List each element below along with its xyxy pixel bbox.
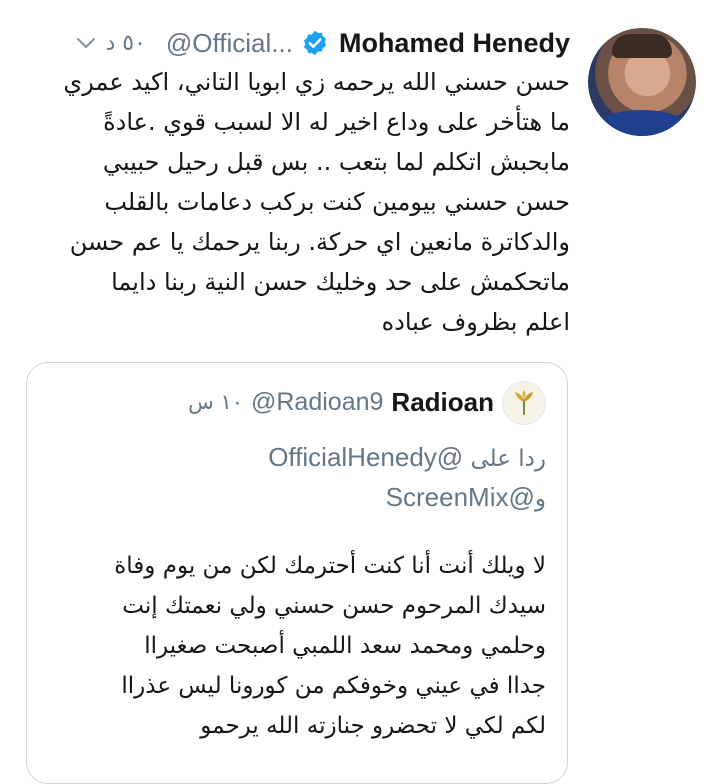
tweet-text-line: مابحبش اتكلم لما بتعب .. بس قبل رحيل حبي…	[102, 148, 570, 176]
tweet-text: حسن حسني الله يرحمه زي ابويا التاني، اكي…	[30, 62, 570, 342]
tweet-text-line: والدكاترة مانعين اي حركة. ربنا يرحمك يا …	[69, 228, 570, 256]
mention-link[interactable]: @ScreenMix	[386, 482, 535, 512]
leaf-icon	[515, 390, 533, 415]
quoted-text-line: سيدك المرحوم حسن حسني ولي نعمتك إنت	[122, 593, 546, 619]
tweet-text-line: اعلم بظروف عباده	[381, 308, 570, 336]
tweet-header: ٥٠ د @Official... Mohamed Henedy	[75, 26, 570, 60]
chevron-down-icon[interactable]	[75, 32, 97, 54]
quoted-author-handle[interactable]: @Radioan9	[251, 388, 383, 417]
verified-badge-icon	[301, 29, 329, 57]
quoted-tweet-text: لا ويلك أنت أنا كنت أحترمك لكن من يوم وف…	[26, 546, 546, 746]
tweet-text-line: حسن حسني الله يرحمه زي ابويا التاني، اكي…	[63, 68, 570, 96]
quoted-tweet-header: ١٠ س @Radioan9 Radioan	[188, 382, 494, 422]
quoted-tweet-time[interactable]: ١٠ س	[188, 390, 243, 414]
tweet-text-line: حسن حسني بيومين كنت بركب دعامات بالقلب	[104, 188, 570, 216]
quoted-author-name[interactable]: Radioan	[391, 387, 494, 418]
quoted-text-line: لا ويلك أنت أنا كنت أحترمك لكن من يوم وف…	[114, 553, 546, 579]
quoted-author-avatar[interactable]	[502, 381, 546, 425]
author-handle[interactable]: @Official...	[166, 28, 293, 59]
reply-and: و	[534, 486, 546, 512]
author-avatar[interactable]	[588, 28, 696, 136]
tweet-text-line: ما هتأخر على وداع اخير له الا لسبب قوي .…	[103, 108, 570, 136]
tweet-time[interactable]: ٥٠ د	[105, 31, 145, 56]
quoted-text-line: وحلمي ومحمد سعد اللمبي أصبحت صغيراا	[144, 633, 546, 659]
reply-prefix: ردا على	[470, 446, 546, 472]
quoted-text-line: جداا في عيني وخوفكم من كورونا ليس عذراا	[121, 673, 546, 699]
quoted-text-line: لكم لكي لا تحضرو جنازته الله يرحمو	[200, 713, 546, 739]
author-name[interactable]: Mohamed Henedy	[339, 28, 570, 59]
tweet-text-line: ماتحكمش على حد وخليك حسن النية ربنا دايم…	[111, 268, 570, 296]
reply-to-line: ردا على @OfficialHenedy و@ScreenMix	[126, 438, 546, 518]
mention-link[interactable]: @OfficialHenedy	[268, 442, 463, 472]
